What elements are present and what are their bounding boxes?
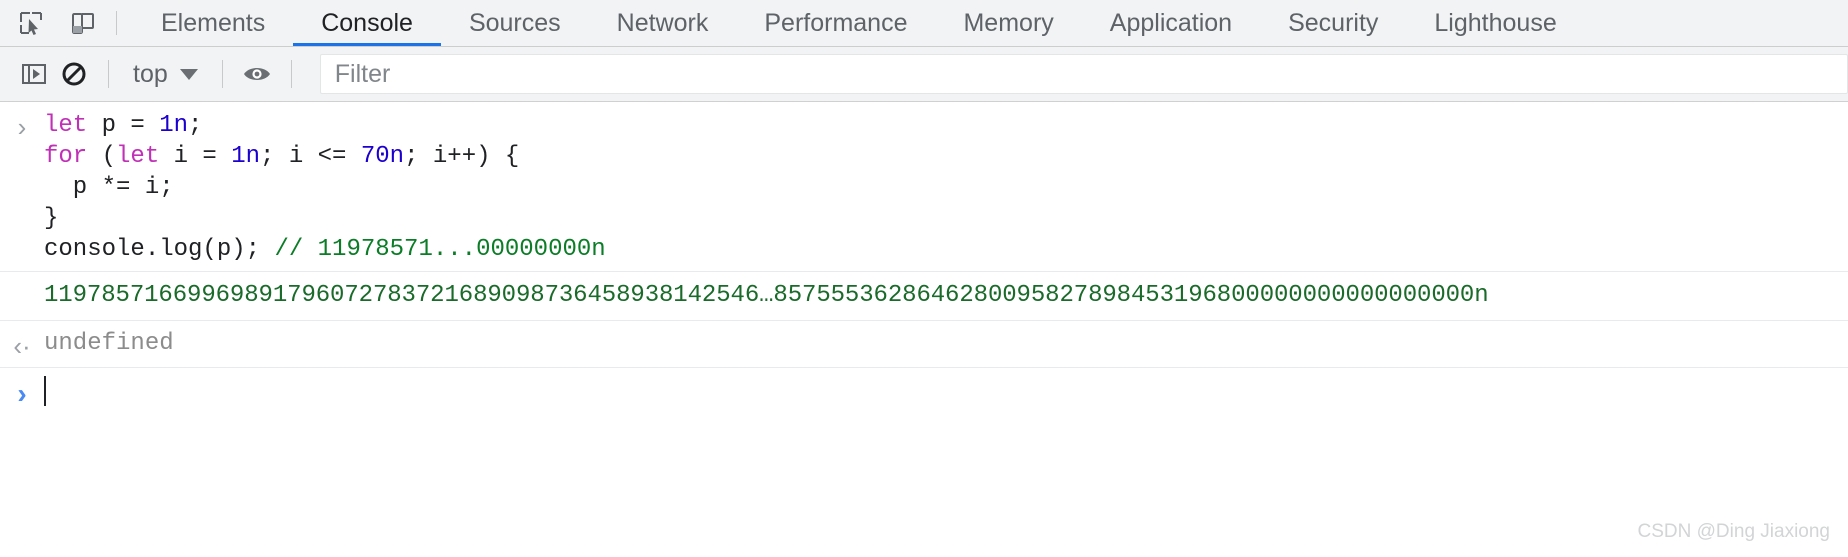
execution-context-label: top — [133, 59, 168, 88]
tab-network[interactable]: Network — [589, 0, 737, 46]
panel-tabs: Elements Console Sources Network Perform… — [133, 0, 1585, 46]
prompt-chevron-icon: › — [17, 378, 27, 409]
text-cursor — [44, 376, 46, 406]
tab-console[interactable]: Console — [293, 0, 441, 46]
tab-lighthouse[interactable]: Lighthouse — [1406, 0, 1584, 46]
tab-sources[interactable]: Sources — [441, 0, 589, 46]
command-gutter: › — [0, 110, 44, 140]
filter-input[interactable] — [320, 54, 1847, 94]
command-source: let p = 1n; for (let i = 1n; i <= 70n; i… — [44, 112, 606, 263]
input-chevron-icon: › — [17, 112, 27, 142]
clear-console-icon[interactable] — [54, 54, 94, 94]
inspect-cursor-icon[interactable] — [14, 6, 48, 40]
devtools-tabbar: Elements Console Sources Network Perform… — [0, 0, 1848, 47]
live-expression-eye-icon[interactable] — [237, 54, 277, 94]
prompt-gutter: › — [0, 376, 44, 408]
console-toolbar: top — [0, 47, 1848, 102]
toolbar-divider-2 — [221, 60, 223, 88]
console-return-value-row: ‹· undefined — [0, 321, 1848, 368]
tabbar-tool-icons — [0, 0, 100, 46]
execution-context-selector[interactable]: top — [123, 60, 208, 89]
bigint-output-value: 1197857166996989179607278372168909873645… — [44, 282, 1489, 309]
toolbar-divider-3 — [290, 60, 292, 88]
console-message-list: › let p = 1n; for (let i = 1n; i <= 70n;… — [0, 102, 1848, 416]
chevron-down-icon — [179, 68, 198, 80]
tab-application[interactable]: Application — [1082, 0, 1260, 46]
tab-security[interactable]: Security — [1260, 0, 1406, 46]
console-log-output: 1197857166996989179607278372168909873645… — [0, 272, 1848, 321]
device-toolbar-icon[interactable] — [66, 6, 100, 40]
tabbar-divider — [116, 11, 117, 35]
tab-memory[interactable]: Memory — [935, 0, 1081, 46]
console-prompt-row[interactable]: › — [0, 368, 1848, 416]
console-sidebar-icon[interactable] — [14, 54, 54, 94]
toolbar-divider-1 — [108, 60, 109, 88]
return-value: undefined — [44, 330, 174, 357]
console-prompt-input[interactable] — [44, 376, 58, 407]
tab-elements[interactable]: Elements — [133, 0, 293, 46]
console-command-entry[interactable]: › let p = 1n; for (let i = 1n; i <= 70n;… — [0, 102, 1848, 272]
return-gutter: ‹· — [0, 329, 44, 359]
return-value-arrow-icon: ‹· — [13, 331, 31, 361]
output-gutter — [0, 281, 44, 285]
watermark: CSDN @Ding Jiaxiong — [1637, 521, 1830, 542]
tab-performance[interactable]: Performance — [736, 0, 935, 46]
filter-field[interactable] — [319, 54, 1848, 94]
